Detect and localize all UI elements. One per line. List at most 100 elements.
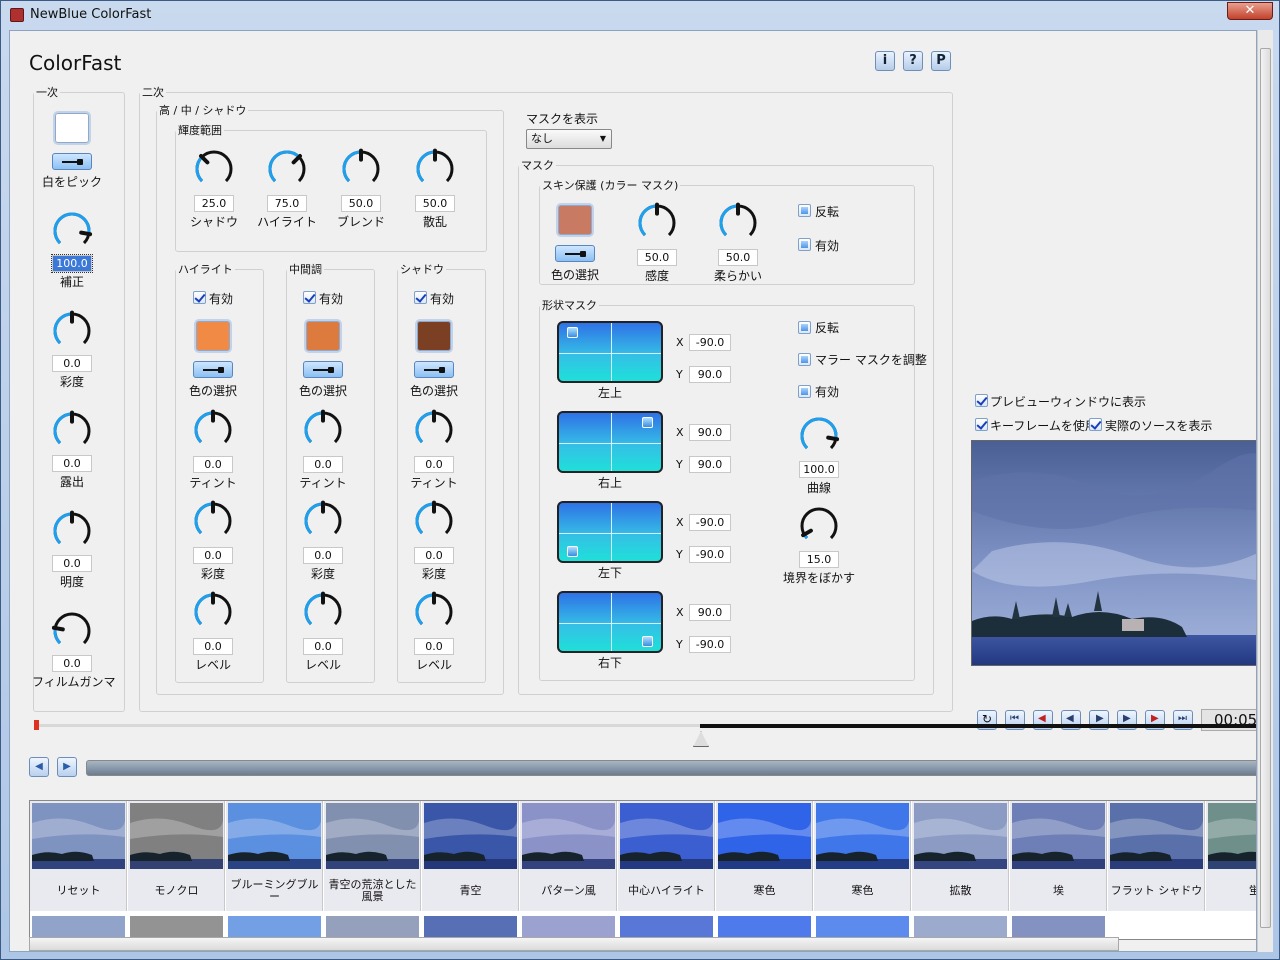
mask-top-left-pad[interactable] <box>557 321 663 383</box>
mask-handle[interactable] <box>642 636 653 647</box>
pick-white-eyedropper[interactable] <box>52 153 92 170</box>
mask-bottom-right-x[interactable]: 90.0 <box>689 604 731 621</box>
feather-input[interactable]: 15.0 <box>799 551 839 568</box>
luma-scatter-knob[interactable] <box>414 148 456 190</box>
preset-item[interactable]: 青空の荒涼とした風景 <box>324 801 421 911</box>
preset-item[interactable]: フラット シャドウ <box>1108 801 1205 911</box>
shadow-enabled-checkbox[interactable] <box>414 291 427 304</box>
mask-handle[interactable] <box>567 327 578 338</box>
shape-invert-checkbox[interactable] <box>798 321 811 334</box>
shadow-level-knob[interactable] <box>413 591 455 633</box>
feather-knob[interactable] <box>798 505 840 547</box>
correction-input[interactable]: 100.0 <box>51 254 93 273</box>
curve-knob[interactable] <box>798 415 840 457</box>
highlight-level-knob[interactable] <box>192 591 234 633</box>
show-mask-dropdown[interactable]: なし ▼ <box>526 129 612 149</box>
mask-bottom-right-pad[interactable] <box>557 591 663 653</box>
preset-item[interactable]: 寒色 <box>716 801 813 911</box>
use-keyframes-checkbox[interactable] <box>975 418 988 431</box>
preset-item[interactable]: モノクロ <box>128 801 225 911</box>
mask-bottom-left-pad[interactable] <box>557 501 663 563</box>
mask-bottom-right-y[interactable]: -90.0 <box>689 636 731 653</box>
midtone-tint-knob[interactable] <box>302 409 344 451</box>
shadow-tint-input[interactable]: 0.0 <box>414 456 454 473</box>
mask-top-left-y[interactable]: 90.0 <box>689 366 731 383</box>
midtone-eyedropper[interactable] <box>303 361 343 378</box>
highlight-tint-input[interactable]: 0.0 <box>193 456 233 473</box>
exposure-input[interactable]: 0.0 <box>52 455 92 472</box>
shadow-sat-knob[interactable] <box>413 500 455 542</box>
playhead-handle[interactable] <box>693 731 709 747</box>
info-button[interactable]: i <box>875 51 895 71</box>
close-button[interactable]: ✕ <box>1227 2 1273 20</box>
preset-item[interactable]: 拡散 <box>912 801 1009 911</box>
show-source-checkbox[interactable] <box>1089 418 1102 431</box>
shadow-level-input[interactable]: 0.0 <box>414 638 454 655</box>
timeline-start-marker[interactable] <box>34 720 39 730</box>
luma-shadow-knob[interactable] <box>193 148 235 190</box>
sensitivity-input[interactable]: 50.0 <box>637 249 677 266</box>
mask-top-left-x[interactable]: -90.0 <box>689 334 731 351</box>
brightness-input[interactable]: 0.0 <box>52 555 92 572</box>
exposure-knob[interactable] <box>51 410 93 452</box>
film-gamma-knob[interactable] <box>51 610 93 652</box>
mask-top-right-pad[interactable] <box>557 411 663 473</box>
midtone-sat-knob[interactable] <box>302 500 344 542</box>
highlight-level-input[interactable]: 0.0 <box>193 638 233 655</box>
mask-top-right-x[interactable]: 90.0 <box>689 424 731 441</box>
preset-item[interactable]: ブルーミングブルー <box>226 801 323 911</box>
preset-item[interactable]: 寒色 <box>814 801 911 911</box>
presets-prev-button[interactable]: ◀ <box>29 757 49 777</box>
shadow-eyedropper[interactable] <box>414 361 454 378</box>
luma-shadow-input[interactable]: 25.0 <box>194 195 234 212</box>
preset-item[interactable]: 中心ハイライト <box>618 801 715 911</box>
midtone-level-knob[interactable] <box>302 591 344 633</box>
softness-input[interactable]: 50.0 <box>718 249 758 266</box>
midtone-enabled-checkbox[interactable] <box>303 291 316 304</box>
film-gamma-input[interactable]: 0.0 <box>52 655 92 672</box>
softness-knob[interactable] <box>717 202 759 244</box>
skin-color-swatch[interactable] <box>556 203 594 237</box>
help-button[interactable]: ? <box>903 51 923 71</box>
saturation-input[interactable]: 0.0 <box>52 355 92 372</box>
saturation-knob[interactable] <box>51 310 93 352</box>
luma-scatter-input[interactable]: 50.0 <box>415 195 455 212</box>
shadow-color-swatch[interactable] <box>415 319 453 353</box>
mask-bottom-left-y[interactable]: -90.0 <box>689 546 731 563</box>
scroll-thumb[interactable] <box>1260 48 1271 928</box>
window-scrollbar[interactable] <box>1257 30 1273 952</box>
sensitivity-knob[interactable] <box>636 202 678 244</box>
highlight-sat-knob[interactable] <box>192 500 234 542</box>
preset-item[interactable]: パターン風 <box>520 801 617 911</box>
preset-item[interactable]: リセット <box>30 801 127 911</box>
midtone-color-swatch[interactable] <box>304 319 342 353</box>
luma-blend-knob[interactable] <box>340 148 382 190</box>
curve-input[interactable]: 100.0 <box>799 461 839 478</box>
brightness-knob[interactable] <box>51 510 93 552</box>
midtone-level-input[interactable]: 0.0 <box>303 638 343 655</box>
midtone-tint-input[interactable]: 0.0 <box>303 456 343 473</box>
highlight-sat-input[interactable]: 0.0 <box>193 547 233 564</box>
mask-handle[interactable] <box>642 417 653 428</box>
mirror-mask-checkbox[interactable] <box>798 353 811 366</box>
show-preview-checkbox[interactable] <box>975 394 988 407</box>
highlight-enabled-checkbox[interactable] <box>193 291 206 304</box>
highlight-color-swatch[interactable] <box>194 319 232 353</box>
shadow-sat-input[interactable]: 0.0 <box>414 547 454 564</box>
shadow-tint-knob[interactable] <box>413 409 455 451</box>
mask-handle[interactable] <box>567 546 578 557</box>
p-button[interactable]: P <box>931 51 951 71</box>
correction-knob[interactable] <box>51 210 93 252</box>
presets-hscroll[interactable] <box>29 937 1119 951</box>
presets-scrollbar[interactable] <box>86 760 1256 776</box>
luma-blend-input[interactable]: 50.0 <box>341 195 381 212</box>
white-swatch[interactable] <box>53 111 91 145</box>
presets-next-button[interactable]: ▶ <box>57 757 77 777</box>
preset-item[interactable]: 埃 <box>1010 801 1107 911</box>
luma-highlight-knob[interactable] <box>266 148 308 190</box>
shape-enabled-checkbox[interactable] <box>798 385 811 398</box>
mask-bottom-left-x[interactable]: -90.0 <box>689 514 731 531</box>
luma-highlight-input[interactable]: 75.0 <box>267 195 307 212</box>
preset-item[interactable]: 青空 <box>422 801 519 911</box>
highlight-tint-knob[interactable] <box>192 409 234 451</box>
